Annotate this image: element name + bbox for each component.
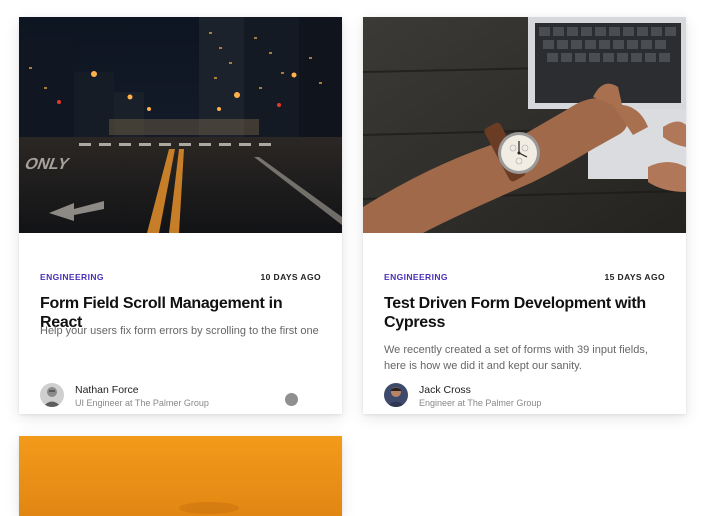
post-date: 15 DAYS AGO [604, 272, 665, 282]
post-title[interactable]: Test Driven Form Development with Cypres… [384, 294, 669, 332]
category-label[interactable]: ENGINEERING [40, 272, 104, 282]
person-avatar-icon [40, 383, 64, 407]
post-card-body: ENGINEERING 10 DAYS AGO Form Field Scrol… [19, 233, 342, 414]
category-label[interactable]: ENGINEERING [384, 272, 448, 282]
cursor-indicator [285, 393, 298, 406]
author-avatar[interactable] [384, 383, 408, 407]
post-card[interactable]: ONLY ENGINEERING 10 DAYS AGO Form Field … [19, 17, 342, 414]
person-avatar-icon [384, 383, 408, 407]
post-excerpt: Help your users fix form errors by scrol… [40, 325, 319, 337]
author-avatar[interactable] [40, 383, 64, 407]
city-street-night-image[interactable]: ONLY [19, 17, 342, 233]
post-date: 10 DAYS AGO [260, 272, 321, 282]
post-excerpt: We recently created a set of forms with … [384, 344, 648, 372]
post-card[interactable] [19, 436, 342, 516]
svg-text:ONLY: ONLY [22, 154, 72, 172]
author-name[interactable]: Nathan Force [75, 384, 139, 396]
author-role: Engineer at The Palmer Group [419, 398, 542, 408]
orange-cover-image[interactable] [19, 436, 342, 516]
author-name[interactable]: Jack Cross [419, 384, 471, 396]
author-role: UI Engineer at The Palmer Group [75, 398, 209, 408]
laptop-watch-hand-image[interactable] [363, 17, 686, 233]
post-card[interactable]: ENGINEERING 15 DAYS AGO Test Driven Form… [363, 17, 686, 414]
post-card-body: ENGINEERING 15 DAYS AGO Test Driven Form… [363, 233, 686, 414]
